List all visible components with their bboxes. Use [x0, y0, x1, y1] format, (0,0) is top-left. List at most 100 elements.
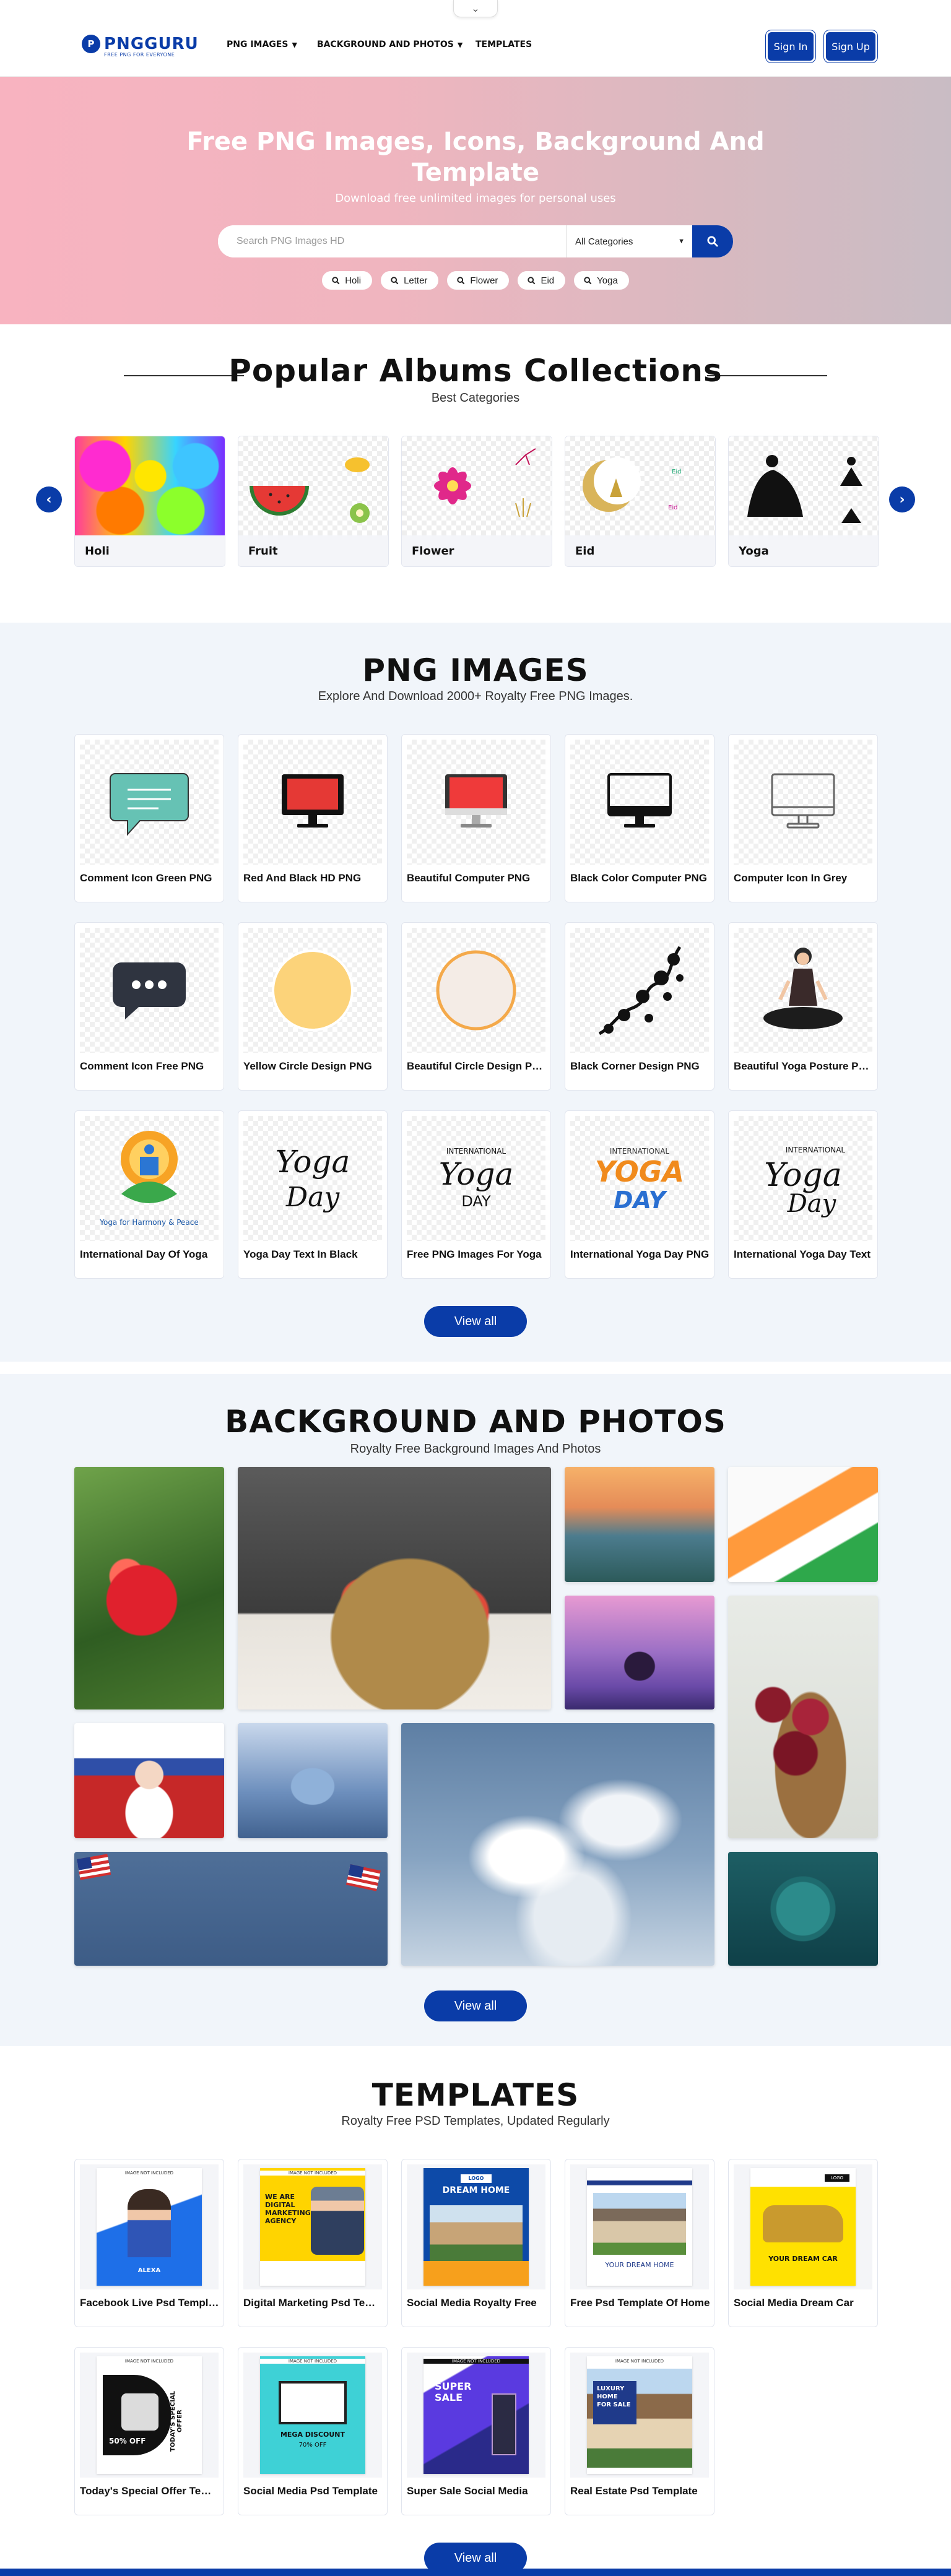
photo-buddha[interactable] — [565, 1596, 714, 1709]
template-card[interactable]: IMAGE NOT INCLUDED ALEXA Facebook Live P… — [74, 2159, 224, 2327]
yoga-day-logo: Yoga for Harmony & Peace — [99, 1131, 199, 1227]
photo-apple-basket[interactable] — [238, 1467, 551, 1709]
png-card[interactable]: Yellow Circle Design PNG — [238, 922, 388, 1091]
templates-subtitle: Royalty Free PSD Templates, Updated Regu… — [341, 2114, 610, 2128]
search-input[interactable] — [218, 225, 566, 257]
template-card[interactable]: YOUR DREAM HOME Free Psd Template Of Hom… — [565, 2159, 714, 2327]
fruit-illustration — [250, 457, 370, 523]
album-label: Yoga — [729, 535, 879, 566]
photo-cloudy-sky[interactable] — [401, 1723, 714, 1966]
png-card[interactable]: Black Corner Design PNG — [565, 922, 714, 1091]
album-fruit[interactable]: Fruit — [238, 436, 389, 567]
photo-us-flags[interactable] — [74, 1852, 388, 1966]
photo-grapes[interactable] — [728, 1596, 878, 1838]
backgrounds-title: BACKGROUND AND PHOTOS — [225, 1404, 726, 1440]
flower-illustration — [434, 448, 536, 517]
template-card[interactable]: IMAGE NOT INCLUDED LUXURY HOME FOR SALE … — [565, 2347, 714, 2515]
album-holi[interactable]: Holi — [74, 436, 225, 567]
photo-apple-tree[interactable] — [74, 1467, 224, 1709]
card-title: Yoga Day Text In Black — [243, 1248, 358, 1260]
photo-uncle-sam[interactable] — [74, 1723, 224, 1838]
photo-shiva[interactable] — [238, 1723, 388, 1838]
png-card[interactable]: Comment Icon Free PNG — [74, 922, 224, 1091]
template-text: DREAM HOME — [442, 2185, 510, 2195]
album-yoga[interactable]: Yoga — [728, 436, 879, 567]
png-view-all-button[interactable]: View all — [424, 1306, 527, 1337]
category-select[interactable]: All Categories ▼ — [566, 225, 692, 257]
chip-yoga[interactable]: Yoga — [574, 271, 629, 290]
svg-text:DAY: DAY — [461, 1193, 491, 1210]
png-card[interactable]: Beautiful Circle Design PNG — [401, 922, 551, 1091]
card-image: INTERNATIONAL Yoga DAY — [407, 1116, 545, 1241]
albums-subtitle: Best Categories — [431, 391, 520, 405]
template-card[interactable]: LOGO DREAM HOME Social Media Royalty Fre… — [401, 2159, 551, 2327]
sign-up-button[interactable]: Sign Up — [826, 32, 875, 61]
photo-islamic-pattern[interactable] — [728, 1852, 878, 1966]
card-title: Digital Marketing Psd Template — [243, 2297, 383, 2309]
album-flower[interactable]: Flower — [401, 436, 552, 567]
carousel-prev-button[interactable]: ‹ — [36, 486, 62, 512]
png-card[interactable]: Yoga for Harmony & Peace International D… — [74, 1110, 224, 1279]
svg-text:INTERNATIONAL: INTERNATIONAL — [786, 1146, 846, 1154]
chip-label: Yoga — [597, 275, 618, 286]
backgrounds-view-all-button[interactable]: View all — [424, 1990, 527, 2021]
nav-png-images[interactable]: PNG IMAGES ▼ — [227, 40, 297, 50]
card-image — [734, 740, 872, 865]
template-card[interactable]: LOGO YOUR DREAM CAR Social Media Dream C… — [728, 2159, 878, 2327]
template-card[interactable]: IMAGE NOT INCLUDED 50% OFF TODAY'S SPECI… — [74, 2347, 224, 2515]
logo-mark: P — [82, 35, 100, 53]
collapse-toggle[interactable]: ⌄ — [453, 0, 498, 17]
png-card[interactable]: INTERNATIONAL YOGA DAY International Yoga … — [565, 1110, 714, 1279]
chip-flower[interactable]: Flower — [447, 271, 510, 290]
png-card[interactable]: INTERNATIONAL Yoga DAY Free PNG Images For… — [401, 1110, 551, 1279]
card-title: Black Corner Design PNG — [570, 1060, 700, 1072]
corner-ornament-illustration — [598, 946, 684, 1035]
logo[interactable]: P PNGGURU — [82, 35, 199, 53]
logo-text: PNGGURU — [104, 35, 199, 53]
png-card[interactable]: Red And Black HD PNG — [238, 734, 388, 902]
svg-text:Yoga: Yoga — [276, 1144, 350, 1180]
card-image: LOGO DREAM HOME — [407, 2164, 545, 2289]
photo-mountain-tea[interactable] — [565, 1467, 714, 1582]
photo-india-flag[interactable] — [728, 1467, 878, 1582]
png-images-subtitle: Explore And Download 2000+ Royalty Free … — [318, 689, 633, 703]
chip-eid[interactable]: Eid — [518, 271, 566, 290]
search-bar: All Categories ▼ — [218, 225, 733, 257]
card-title: Facebook Live Psd Template — [80, 2297, 220, 2309]
card-image: YOUR DREAM HOME — [570, 2164, 709, 2289]
yoga-posture-illustration — [763, 948, 843, 1029]
png-card[interactable]: INTERNATIONAL Yoga Day International Yoga … — [728, 1110, 878, 1279]
chip-holi[interactable]: Holi — [322, 271, 373, 290]
footer-bar — [0, 2569, 951, 2576]
png-card[interactable]: Comment Icon Green PNG — [74, 734, 224, 902]
template-card[interactable]: IMAGE NOT INCLUDED SUPER SALE Super Sale… — [401, 2347, 551, 2515]
comment-icon — [113, 962, 186, 1019]
carousel-next-button[interactable]: › — [889, 486, 915, 512]
png-card[interactable]: Black Color Computer PNG — [565, 734, 714, 902]
template-preview: IMAGE NOT INCLUDED MEGA DISCOUNT 70% OFF — [260, 2356, 365, 2474]
card-image — [570, 740, 709, 865]
nav-background-photos[interactable]: BACKGROUND AND PHOTOS ▼ — [317, 40, 462, 50]
svg-text:Day: Day — [285, 1182, 341, 1213]
template-card[interactable]: IMAGE NOT INCLUDED MEGA DISCOUNT 70% OFF… — [238, 2347, 388, 2515]
yoga-day-text-illustration: INTERNATIONAL YogaDay — [764, 1146, 846, 1218]
nav-templates[interactable]: TEMPLATES — [476, 40, 532, 50]
svg-text:Yoga: Yoga — [764, 1157, 841, 1194]
search-button[interactable] — [692, 225, 733, 257]
png-card[interactable]: Computer Icon In Grey — [728, 734, 878, 902]
png-card[interactable]: Yoga Day Yoga Day Text In Black — [238, 1110, 388, 1279]
template-text: YOUR DREAM HOME — [605, 2261, 674, 2269]
svg-text:INTERNATIONAL: INTERNATIONAL — [610, 1147, 670, 1156]
album-eid[interactable]: Eid Eid Eid — [565, 436, 716, 567]
template-text: WE ARE DIGITAL MARKETING AGENCY — [265, 2193, 311, 2225]
card-title: Social Media Royalty Free — [407, 2297, 537, 2309]
hero-banner: Free PNG Images, Icons, Background And T… — [0, 77, 951, 324]
sign-in-button[interactable]: Sign In — [768, 32, 814, 61]
image-not-included-label: IMAGE NOT INCLUDED — [260, 2359, 365, 2364]
computer-icon — [282, 774, 344, 828]
png-card[interactable]: Beautiful Yoga Posture PNG — [728, 922, 878, 1091]
search-icon — [584, 276, 592, 284]
chip-letter[interactable]: Letter — [381, 271, 439, 290]
png-card[interactable]: Beautiful Computer PNG — [401, 734, 551, 902]
template-card[interactable]: IMAGE NOT INCLUDED WE ARE DIGITAL MARKET… — [238, 2159, 388, 2327]
